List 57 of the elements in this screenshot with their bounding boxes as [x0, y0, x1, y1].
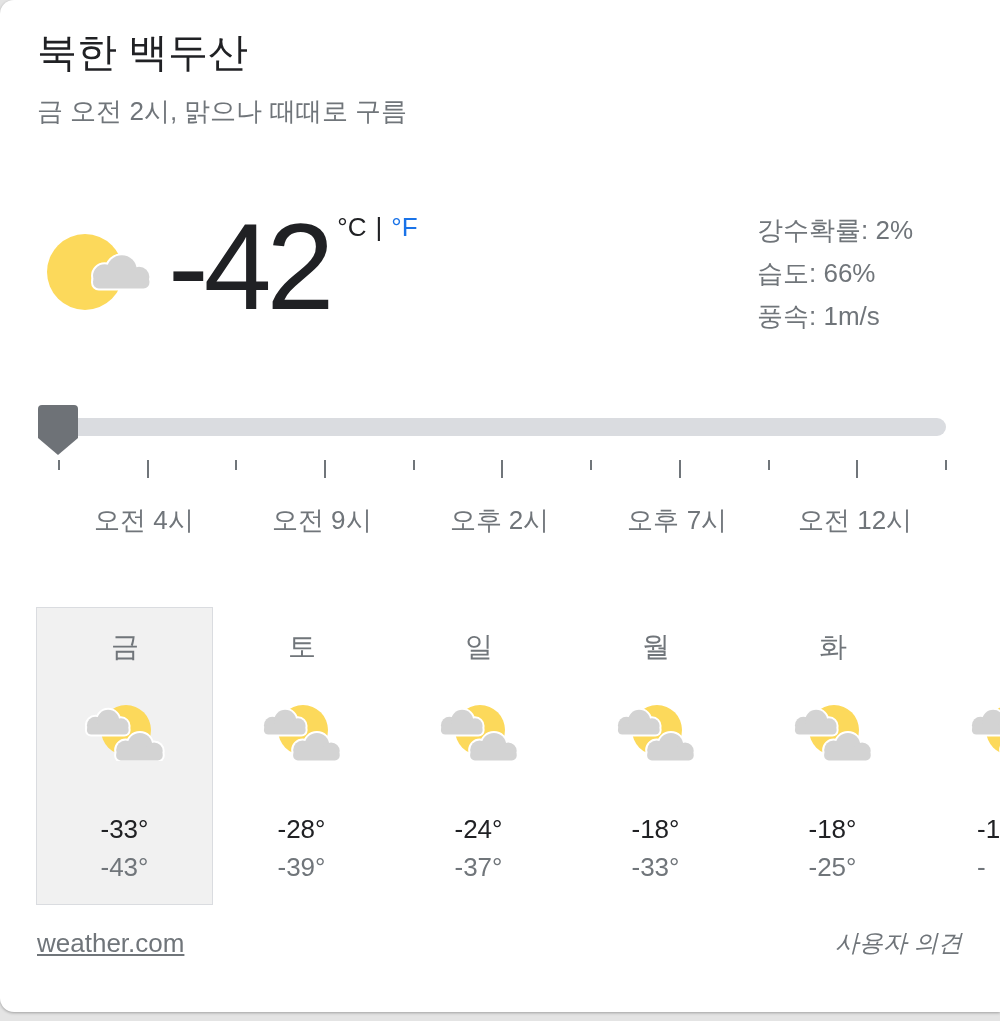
weather-summary: 금 오전 2시, 맑으나 때때로 구름 — [37, 95, 407, 128]
day-tab[interactable]: -1 - — [921, 607, 1000, 905]
hour-label: 오전 12시 — [798, 504, 913, 537]
unit-option[interactable]: °C — [337, 212, 367, 242]
sun-clouds-icon — [615, 705, 696, 761]
day-label: 월 — [641, 630, 670, 664]
temperature-value: -42 — [168, 206, 330, 328]
weather-detail: 강수확률: 2% — [756, 214, 913, 247]
low-temperature: -33° — [631, 851, 680, 884]
sun-clouds-icon — [261, 705, 342, 761]
day-label: 화 — [818, 630, 847, 664]
tick-mark — [501, 460, 504, 478]
tick-mark — [590, 460, 593, 470]
day-label: 일 — [464, 630, 493, 664]
low-temperature: -43° — [100, 851, 149, 884]
sun-clouds-icon — [792, 705, 873, 761]
day-tab[interactable]: 금 -33° -43° — [36, 607, 213, 905]
tick-mark — [58, 460, 60, 470]
sun-clouds-icon — [438, 705, 519, 761]
day-tab[interactable]: 월 -18° -33° — [567, 607, 744, 905]
low-temperature: -25° — [808, 851, 857, 884]
high-temperature: -33° — [100, 813, 149, 846]
tick-mark — [412, 460, 415, 470]
high-temperature: -18° — [808, 813, 857, 846]
low-temperature: -39° — [277, 851, 326, 884]
sun-clouds-icon — [84, 705, 165, 761]
location-title: 북한 백두산 — [37, 29, 249, 76]
unit-separator: | — [375, 212, 383, 242]
hour-label: 오후 7시 — [627, 504, 728, 537]
day-tab[interactable]: 토 -28° -39° — [213, 607, 390, 905]
source-link[interactable]: weather.com — [37, 926, 185, 960]
hour-label: 오전 9시 — [271, 504, 372, 537]
low-temperature: -37° — [454, 851, 503, 884]
unit-option[interactable]: °F — [391, 212, 418, 242]
day-tab[interactable]: 일 -24° -37° — [390, 607, 567, 905]
high-temperature: -28° — [277, 813, 326, 846]
feedback-link[interactable]: 사용자 의견 — [835, 926, 962, 960]
tick-mark — [944, 460, 947, 470]
tick-mark — [235, 460, 238, 470]
slider-thumb[interactable] — [38, 405, 78, 455]
high-temperature: -1 — [977, 813, 1000, 846]
day-label: 토 — [287, 630, 316, 664]
hour-label: 오전 4시 — [94, 504, 194, 537]
high-temperature: -24° — [454, 813, 503, 846]
tick-mark — [767, 460, 770, 470]
tick-mark — [856, 460, 859, 478]
weather-detail: 습도: 66% — [756, 257, 876, 290]
high-temperature: -18° — [631, 813, 680, 846]
tick-mark — [324, 460, 327, 478]
tick-mark — [678, 460, 681, 478]
tick-mark — [146, 460, 149, 478]
hour-label: 오후 2시 — [449, 504, 550, 537]
day-tab[interactable]: 화 -18° -25° — [744, 607, 921, 905]
slider-track[interactable] — [38, 405, 946, 455]
day-label: 금 — [110, 630, 139, 664]
weather-detail: 풍속: 1m/s — [756, 300, 880, 333]
low-temperature: - — [977, 851, 986, 884]
